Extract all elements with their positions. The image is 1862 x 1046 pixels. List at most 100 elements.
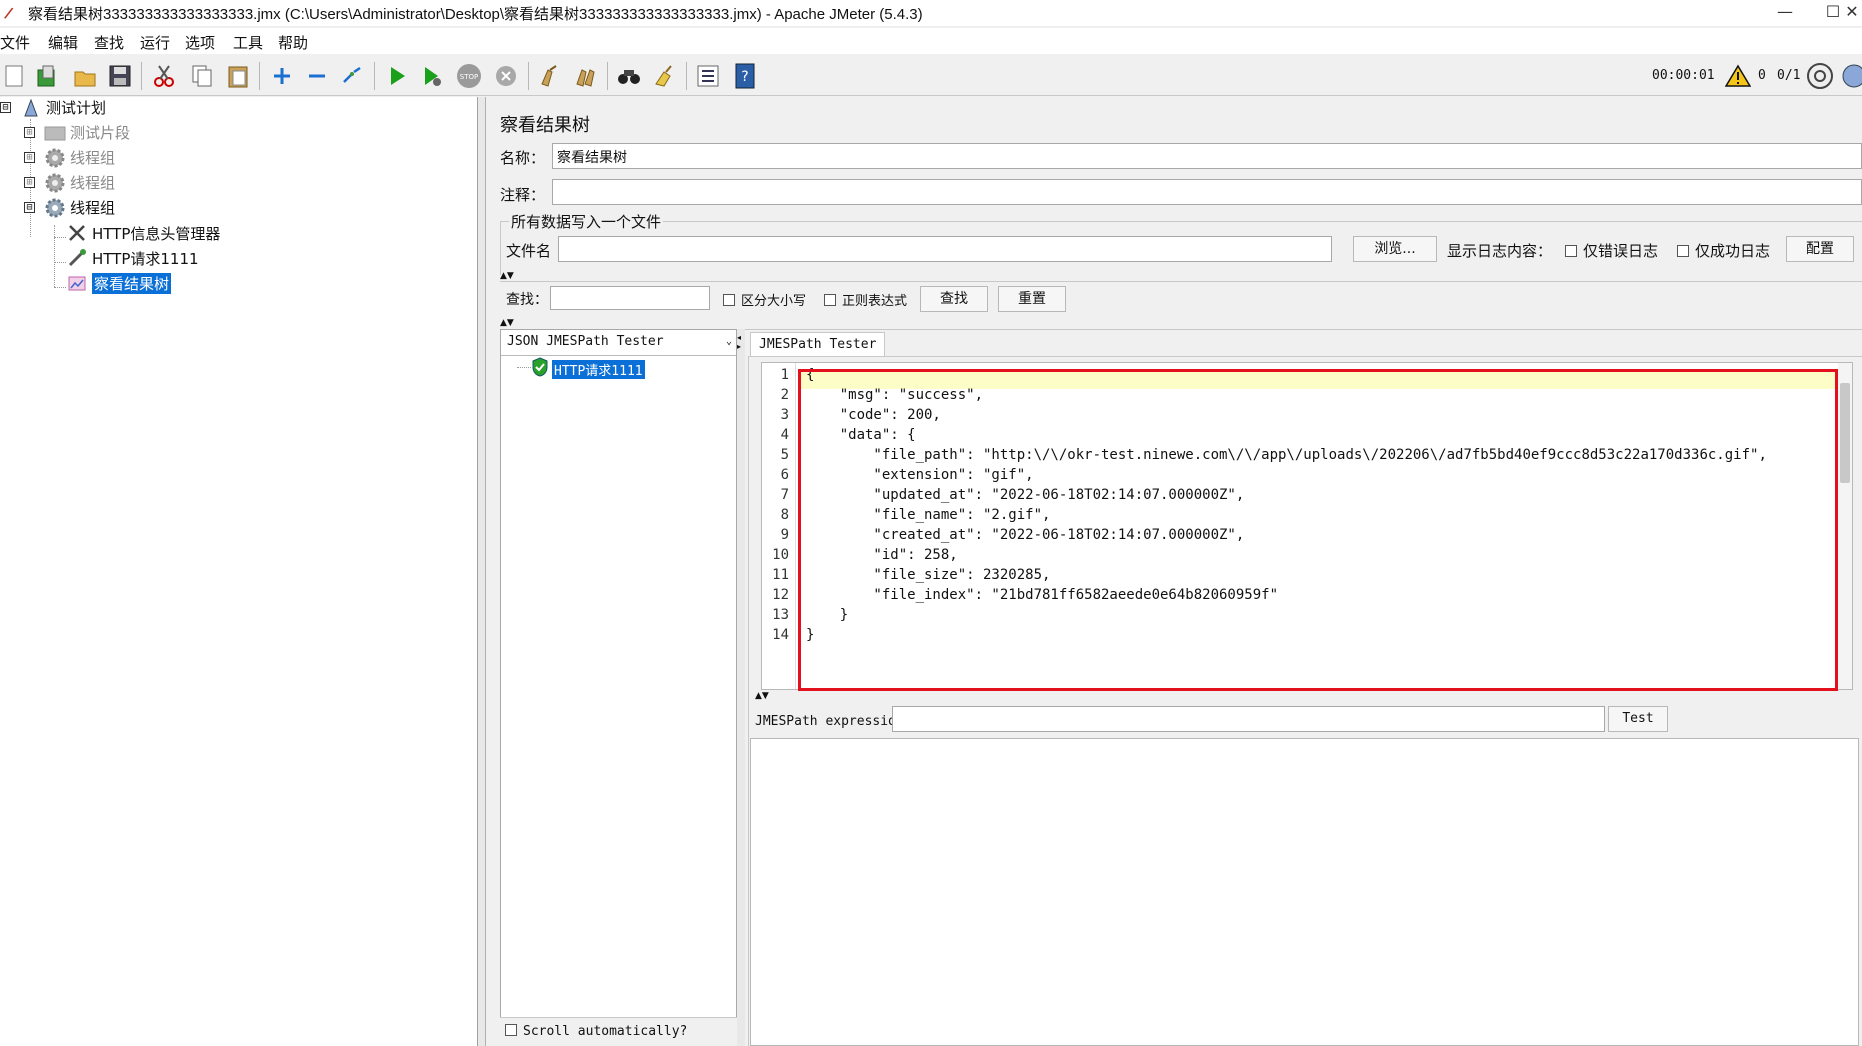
response-json-editor[interactable]: 1 2 3 4 5 6 7 8 9 10 11 12 13 14 { "msg"… (761, 362, 1853, 691)
highlight-annotation-box (798, 369, 1838, 691)
search-field[interactable] (550, 286, 710, 310)
checkbox-box[interactable] (824, 294, 836, 306)
line-number: 2 (780, 387, 789, 403)
regex-checkbox[interactable]: 正则表达式 (824, 290, 907, 309)
collapse-arrows[interactable]: ▲▼ (500, 319, 514, 328)
new-icon[interactable] (0, 62, 28, 90)
paste-icon[interactable] (224, 62, 252, 90)
result-item[interactable]: HTTP请求1111 (531, 357, 645, 381)
renderer-value: JSON JMESPath Tester (507, 334, 664, 349)
jmespath-label: JMESPath expression (755, 714, 904, 729)
filename-field[interactable] (558, 236, 1332, 262)
checkbox-box[interactable] (505, 1024, 517, 1036)
line-number: 13 (772, 607, 789, 623)
start-icon[interactable] (383, 62, 411, 90)
copy-icon[interactable] (188, 62, 216, 90)
menu-options[interactable]: 选项 (185, 32, 215, 53)
jmespath-result-area[interactable] (750, 738, 1859, 1046)
scroll-auto-label: Scroll automatically? (523, 1024, 688, 1039)
checkbox-box[interactable] (723, 294, 735, 306)
scrollbar-thumb[interactable] (1840, 383, 1850, 483)
errors-only-checkbox[interactable]: 仅错误日志 (1565, 240, 1658, 261)
line-number: 3 (780, 407, 789, 423)
window-title: 察看结果树333333333333333333.jmx (C:\Users\Ad… (28, 6, 923, 23)
function-helper-icon[interactable] (694, 62, 722, 90)
collapse-arrows[interactable]: ▲▼ (500, 272, 514, 281)
thread-group-icon (44, 148, 66, 168)
case-sensitive-checkbox[interactable]: 区分大小写 (723, 290, 806, 309)
expand-toggle[interactable]: ⊞ (24, 152, 35, 163)
menu-help[interactable]: 帮助 (278, 32, 308, 53)
search-icon[interactable] (615, 62, 643, 90)
line-number-gutter: 1 2 3 4 5 6 7 8 9 10 11 12 13 14 (762, 363, 796, 689)
tab-jmespath-tester[interactable]: JMESPath Tester (750, 332, 886, 356)
reset-search-icon[interactable] (650, 62, 678, 90)
collapse-toggle[interactable]: ⊟ (0, 102, 11, 113)
line-number: 7 (780, 487, 789, 503)
collapse-icon[interactable] (303, 62, 331, 90)
checkbox-box[interactable] (1677, 245, 1689, 257)
remote-icon[interactable] (1806, 62, 1834, 90)
globe-icon[interactable] (1838, 62, 1862, 90)
renderer-select[interactable]: JSON JMESPath Tester ⌄ (501, 330, 736, 356)
case-sensitive-label: 区分大小写 (741, 294, 807, 309)
open-icon[interactable] (71, 62, 99, 90)
line-number: 8 (780, 507, 789, 523)
menu-search[interactable]: 查找 (94, 32, 124, 53)
vertical-scrollbar[interactable] (1838, 363, 1852, 689)
jmeter-feather-icon: / (3, 3, 15, 23)
split-pane-divider[interactable] (478, 97, 486, 1046)
find-button[interactable]: 查找 (920, 286, 988, 312)
header-manager-icon (66, 223, 88, 243)
search-label: 查找： (506, 292, 548, 308)
success-only-checkbox[interactable]: 仅成功日志 (1677, 240, 1770, 261)
menu-edit[interactable]: 编辑 (48, 32, 78, 53)
scroll-auto-checkbox[interactable]: Scroll automatically? (505, 1024, 687, 1039)
browse-button[interactable]: 浏览... (1353, 236, 1437, 262)
jmespath-expression-field[interactable] (892, 706, 1605, 732)
expand-toggle[interactable]: ⊞ (24, 177, 35, 188)
collapse-toggle[interactable]: ⊟ (24, 202, 35, 213)
clear-icon[interactable] (536, 62, 564, 90)
line-number: 6 (780, 467, 789, 483)
test-button[interactable]: Test (1608, 706, 1668, 732)
tree-node-label: 线程组 (70, 174, 116, 192)
name-field[interactable]: 察看结果树 (552, 143, 1862, 169)
comment-field[interactable] (552, 179, 1862, 205)
collapse-arrows[interactable]: ▲▼ (755, 692, 769, 701)
save-icon[interactable] (106, 62, 134, 90)
line-number: 10 (772, 547, 789, 563)
toggle-icon[interactable] (338, 62, 366, 90)
line-number: 14 (772, 627, 789, 643)
stop-icon[interactable]: STOP (455, 62, 483, 90)
minimize-button[interactable]: — (1762, 0, 1808, 26)
configure-button[interactable]: 配置 (1786, 236, 1854, 262)
tree-node-header-manager[interactable]: HTTP信息头管理器 (66, 222, 220, 244)
start-no-pause-icon[interactable] (418, 62, 446, 90)
close-button[interactable]: ✕ (1842, 0, 1862, 26)
checkbox-box[interactable] (1565, 245, 1577, 257)
divider-arrows[interactable]: ◂ ▸ (737, 333, 741, 351)
menu-bar: 文件 编辑 查找 运行 选项 工具 帮助 (0, 28, 1862, 54)
thread-group-icon (44, 173, 66, 193)
reset-button[interactable]: 重置 (998, 286, 1066, 312)
shutdown-icon[interactable] (492, 62, 520, 90)
tree-node-results-tree[interactable]: 察看结果树 (66, 272, 172, 294)
menu-run[interactable]: 运行 (140, 32, 170, 53)
warning-icon[interactable] (1724, 62, 1752, 90)
help-icon[interactable]: ? (731, 62, 759, 90)
menu-file[interactable]: 文件 (0, 32, 30, 53)
line-number: 5 (780, 447, 789, 463)
expand-toggle[interactable]: ⊞ (24, 127, 35, 138)
split-pane-divider[interactable] (737, 329, 745, 1046)
tree-node-http-request[interactable]: HTTP请求1111 (66, 247, 199, 269)
test-plan-icon (20, 98, 42, 118)
line-number: 12 (772, 587, 789, 603)
elapsed-time: 00:00:01 (1652, 68, 1715, 83)
results-list (500, 329, 737, 1046)
expand-icon[interactable] (268, 62, 296, 90)
templates-icon[interactable] (33, 62, 61, 90)
cut-icon[interactable] (150, 62, 178, 90)
clear-all-icon[interactable] (572, 62, 600, 90)
menu-tools[interactable]: 工具 (233, 32, 263, 53)
